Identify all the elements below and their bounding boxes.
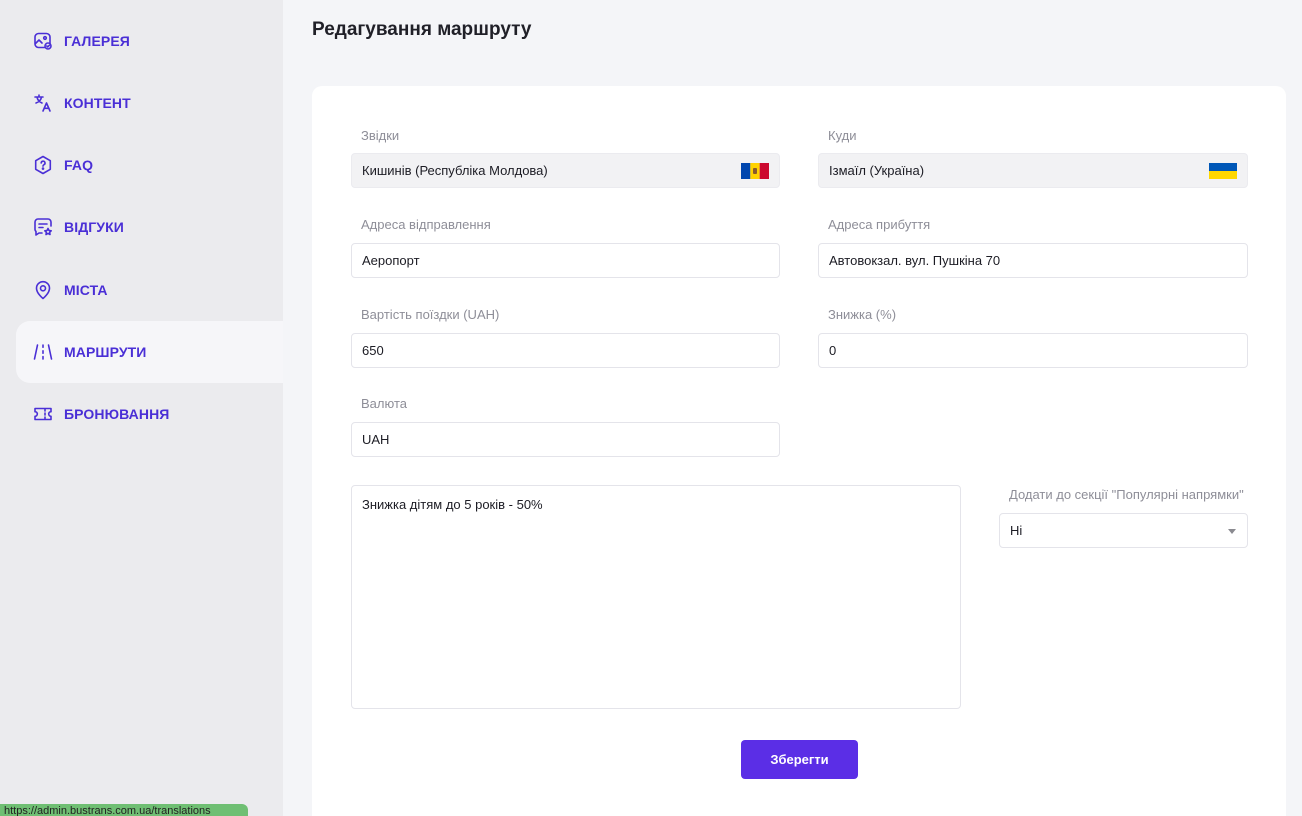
price-label: Вартість поїздки (UAH): [361, 307, 500, 322]
departure-address-label: Адреса відправлення: [361, 217, 491, 232]
discount-input[interactable]: 0: [818, 333, 1248, 368]
sidebar-item-label: ГАЛЕРЕЯ: [64, 33, 130, 49]
location-pin-icon: [33, 280, 53, 300]
to-value: Ізмаїл (Україна): [829, 163, 925, 178]
popular-label: Додати до секції "Популярні напрямки": [1009, 487, 1244, 502]
status-bar-url: https://admin.bustrans.com.ua/translatio…: [0, 804, 248, 816]
save-button[interactable]: Зберегти: [741, 740, 858, 779]
sidebar-item-cities[interactable]: МІСТА: [16, 259, 283, 321]
price-input[interactable]: 650: [351, 333, 780, 368]
sidebar-item-faq[interactable]: FAQ: [16, 134, 283, 196]
from-label: Звідки: [361, 128, 400, 143]
page-title: Редагування маршруту: [312, 19, 532, 40]
currency-input[interactable]: UAH: [351, 422, 780, 457]
sidebar-item-content[interactable]: КОНТЕНТ: [16, 72, 283, 134]
sidebar-item-label: ВІДГУКИ: [64, 219, 124, 235]
sidebar-item-label: FAQ: [64, 157, 94, 173]
currency-label: Валюта: [361, 396, 407, 411]
departure-address-value: Аеропорт: [362, 253, 420, 268]
price-value: 650: [362, 343, 384, 358]
arrival-address-value: Автовокзал. вул. Пушкіна 70: [829, 253, 1001, 268]
sidebar-item-bookings[interactable]: БРОНЮВАННЯ: [16, 383, 283, 445]
to-label: Куди: [828, 128, 857, 143]
discount-label: Знижка (%): [828, 307, 897, 322]
sidebar-item-label: БРОНЮВАННЯ: [64, 406, 170, 422]
sidebar-item-gallery[interactable]: ГАЛЕРЕЯ: [16, 10, 283, 72]
sidebar-item-label: МІСТА: [64, 282, 108, 298]
sidebar-item-label: МАРШРУТИ: [64, 344, 147, 360]
moldova-flag-icon: [741, 163, 769, 179]
sidebar-item-label: КОНТЕНТ: [64, 95, 131, 111]
from-value: Кишинів (Республіка Молдова): [362, 163, 548, 178]
route-icon: [33, 342, 53, 362]
arrival-address-label: Адреса прибуття: [828, 217, 931, 232]
departure-address-input[interactable]: Аеропорт: [351, 243, 780, 278]
popular-select[interactable]: Ні: [999, 513, 1248, 548]
question-icon: [33, 155, 53, 175]
sidebar-item-routes[interactable]: МАРШРУТИ: [16, 321, 283, 383]
popular-value: Ні: [1010, 523, 1023, 538]
sidebar-item-reviews[interactable]: ВІДГУКИ: [16, 196, 283, 258]
from-field[interactable]: Кишинів (Республіка Молдова): [351, 153, 780, 188]
arrival-address-input[interactable]: Автовокзал. вул. Пушкіна 70: [818, 243, 1248, 278]
reviews-icon: [33, 217, 53, 237]
gallery-icon: [33, 31, 53, 51]
ukraine-flag-icon: [1209, 163, 1237, 179]
currency-value: UAH: [362, 432, 390, 447]
to-field[interactable]: Ізмаїл (Україна): [818, 153, 1248, 188]
sidebar: ГАЛЕРЕЯ КОНТЕНТ FAQ ВІДГУКИ МІСТА МАРШРУ…: [0, 0, 283, 816]
discount-value: 0: [829, 343, 837, 358]
route-edit-card: Звідки Кишинів (Республіка Молдова) Куди…: [312, 86, 1286, 816]
ticket-icon: [33, 404, 53, 424]
translate-icon: [33, 93, 53, 113]
chevron-down-icon: [1228, 529, 1236, 534]
note-value: Знижка дітям до 5 років - 50%: [362, 497, 543, 512]
note-textarea[interactable]: Знижка дітям до 5 років - 50%: [351, 485, 961, 709]
